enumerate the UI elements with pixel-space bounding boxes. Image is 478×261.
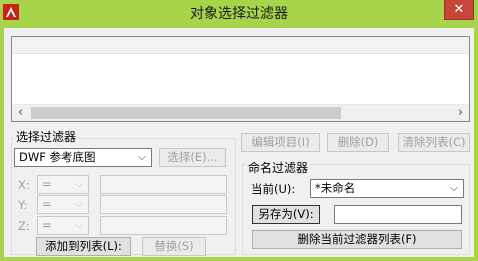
x-operator-value: = (42, 177, 52, 191)
object-selection-filter-dialog: 对象选择过滤器 ✕ ‹ › 选择过滤器 DWF 参考底图 ⌵ 选择(E)... … (0, 0, 478, 261)
save-as-button[interactable]: 另存为(V): (252, 205, 320, 224)
dialog-body: ‹ › 选择过滤器 DWF 参考底图 ⌵ 选择(E)... X: = ⌵ Y: … (4, 28, 474, 257)
current-filter-select[interactable]: *未命名 ⌵ (310, 179, 464, 198)
close-button[interactable]: ✕ (444, 0, 474, 20)
chevron-down-icon: ⌵ (75, 220, 83, 231)
scroll-right-icon[interactable]: › (452, 105, 469, 122)
y-operator-value: = (42, 197, 52, 211)
named-filter-group-title: 命名过滤器 (246, 161, 311, 175)
delete-button[interactable]: 删除(D) (327, 133, 389, 152)
select-filter-group-title: 选择过滤器 (14, 130, 79, 144)
x-operator-select[interactable]: = ⌵ (37, 175, 89, 194)
x-value-field[interactable] (100, 175, 227, 194)
save-as-name-field[interactable] (334, 205, 462, 224)
filter-type-select[interactable]: DWF 参考底图 ⌵ (14, 148, 152, 167)
scroll-thumb[interactable] (31, 107, 341, 119)
chevron-down-icon: ⌵ (75, 179, 83, 190)
horizontal-scrollbar[interactable]: ‹ › (12, 104, 469, 121)
replace-button[interactable]: 替换(S) (142, 237, 206, 256)
y-value-field[interactable] (100, 195, 227, 214)
add-to-list-button[interactable]: 添加到列表(L): (36, 237, 131, 256)
scroll-left-icon[interactable]: ‹ (12, 105, 29, 122)
filter-type-value: DWF 参考底图 (19, 150, 96, 164)
window-border-bottom (0, 257, 478, 261)
chevron-down-icon: ⌵ (450, 183, 458, 194)
current-filter-label: 当前(U): (251, 182, 296, 196)
z-operator-value: = (42, 218, 52, 232)
delete-current-filter-button[interactable]: 删除当前过滤器列表(F) (252, 230, 462, 249)
list-header-row (12, 37, 469, 54)
edit-item-button[interactable]: 编辑项目(I) (241, 133, 320, 152)
y-label: Y: (18, 198, 28, 212)
chevron-down-icon: ⌵ (138, 152, 146, 163)
filter-list[interactable]: ‹ › (11, 36, 470, 122)
clear-list-button[interactable]: 清除列表(C) (398, 133, 470, 152)
z-operator-select[interactable]: = ⌵ (37, 216, 89, 235)
title-bar[interactable]: 对象选择过滤器 ✕ (0, 0, 478, 28)
z-value-field[interactable] (100, 216, 227, 235)
window-title: 对象选择过滤器 (190, 6, 288, 22)
current-filter-value: *未命名 (315, 181, 356, 195)
y-operator-select[interactable]: = ⌵ (37, 195, 89, 214)
x-label: X: (18, 178, 30, 192)
z-label: Z: (18, 219, 30, 233)
select-button[interactable]: 选择(E)... (159, 148, 226, 167)
chevron-down-icon: ⌵ (75, 199, 83, 210)
